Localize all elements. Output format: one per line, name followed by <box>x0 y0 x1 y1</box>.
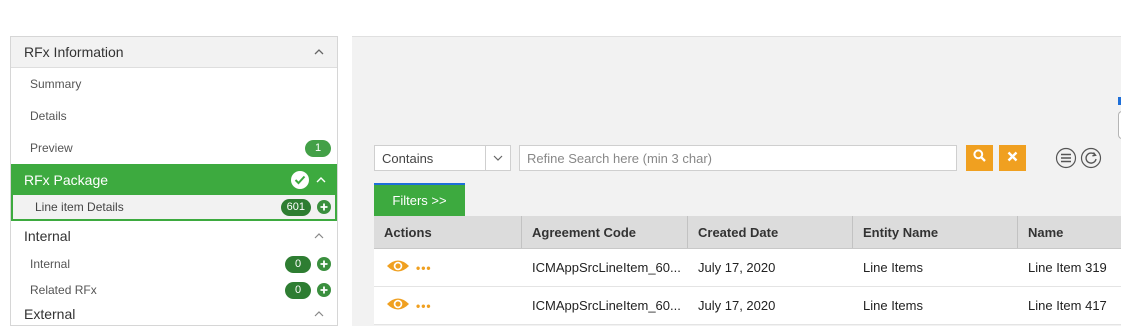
sidebar-item-internal[interactable]: Internal 0 <box>11 251 337 277</box>
row-actions: ••• <box>374 287 522 324</box>
check-circle-icon <box>291 170 309 189</box>
agreement-code-cell: ICMAppSrcLineItem_60... <box>532 260 681 275</box>
column-header-entity-name[interactable]: Entity Name <box>853 216 1018 248</box>
count-badge: 0 <box>285 255 311 273</box>
count-badge: 1 <box>305 139 331 157</box>
clear-icon <box>1007 149 1018 167</box>
search-icon <box>973 149 986 167</box>
more-icon[interactable]: ••• <box>416 261 432 275</box>
agreement-code-cell: ICMAppSrcLineItem_60... <box>532 298 681 313</box>
name-cell: Line Item 417 <box>1028 298 1107 313</box>
column-header-actions[interactable]: Actions <box>374 216 522 248</box>
column-header-created-date[interactable]: Created Date <box>688 216 853 248</box>
section-title: Internal <box>24 228 71 244</box>
column-header-name[interactable]: Name <box>1018 216 1121 248</box>
sidebar-item-label: Line item Details <box>35 200 124 214</box>
section-title: RFx Package <box>24 171 109 188</box>
chevron-up-icon[interactable] <box>315 174 327 186</box>
entity-name-cell: Line Items <box>863 298 923 313</box>
chevron-up-icon[interactable] <box>313 230 325 242</box>
section-header-rfx-package[interactable]: RFx Package <box>11 164 337 195</box>
grid-header: Actions Agreement Code Created Date Enti… <box>374 216 1121 249</box>
sidebar-item-line-item-details[interactable]: Line item Details 601 <box>11 195 337 221</box>
sidebar-item-details[interactable]: Details <box>11 100 337 132</box>
more-icon[interactable]: ••• <box>416 299 432 313</box>
plus-circle-icon[interactable] <box>317 283 331 297</box>
section-title: External <box>24 306 76 322</box>
chevron-down-icon[interactable] <box>485 146 510 170</box>
eye-icon[interactable] <box>386 296 410 315</box>
sidebar-item-label: Summary <box>30 77 82 91</box>
section-title: RFx Information <box>24 44 124 60</box>
search-button[interactable] <box>966 145 993 171</box>
created-date-cell: July 17, 2020 <box>698 298 776 313</box>
filter-operator-value: Contains <box>382 151 434 166</box>
chevron-up-icon[interactable] <box>313 46 325 58</box>
name-cell: Line Item 319 <box>1028 260 1107 275</box>
search-input[interactable] <box>519 145 957 171</box>
column-header-agreement-code[interactable]: Agreement Code <box>522 216 688 248</box>
sidebar-item-label: Internal <box>30 257 71 271</box>
created-date-cell: July 17, 2020 <box>698 260 776 275</box>
filter-operator-select[interactable]: Contains <box>374 145 511 171</box>
table-row[interactable]: ••• ICMAppSrcLineItem_60... July 17, 202… <box>374 249 1121 287</box>
refresh-icon[interactable] <box>1080 147 1102 169</box>
sidebar-item-summary[interactable]: Summary <box>11 68 337 100</box>
sidebar: RFx Information Summary Details Preview … <box>10 36 338 326</box>
sidebar-item-label: Related RFx <box>30 283 97 297</box>
entity-name-cell: Line Items <box>863 260 923 275</box>
sidebar-item-label: Details <box>30 109 67 123</box>
chevron-up-icon[interactable] <box>313 308 325 320</box>
count-badge: 601 <box>280 198 311 216</box>
main-panel: Contains Filters >> Actions Agreement Co… <box>352 36 1121 326</box>
section-header-rfx-information[interactable]: RFx Information <box>11 37 337 68</box>
sidebar-item-label: Preview <box>30 141 73 155</box>
plus-circle-icon[interactable] <box>317 200 331 214</box>
count-badge: 0 <box>285 281 311 299</box>
filters-toggle[interactable]: Filters >> <box>374 183 465 216</box>
sidebar-item-preview[interactable]: Preview 1 <box>11 132 337 164</box>
eye-icon[interactable] <box>386 258 410 277</box>
data-grid: Actions Agreement Code Created Date Enti… <box>374 216 1121 325</box>
plus-circle-icon[interactable] <box>317 257 331 271</box>
table-row[interactable]: ••• ICMAppSrcLineItem_60... July 17, 202… <box>374 287 1121 325</box>
sidebar-item-related-rfx[interactable]: Related RFx 0 <box>11 277 337 303</box>
clear-search-button[interactable] <box>999 145 1026 171</box>
row-actions: ••• <box>374 249 522 286</box>
list-view-icon[interactable] <box>1055 147 1077 169</box>
section-header-internal[interactable]: Internal <box>11 221 337 251</box>
